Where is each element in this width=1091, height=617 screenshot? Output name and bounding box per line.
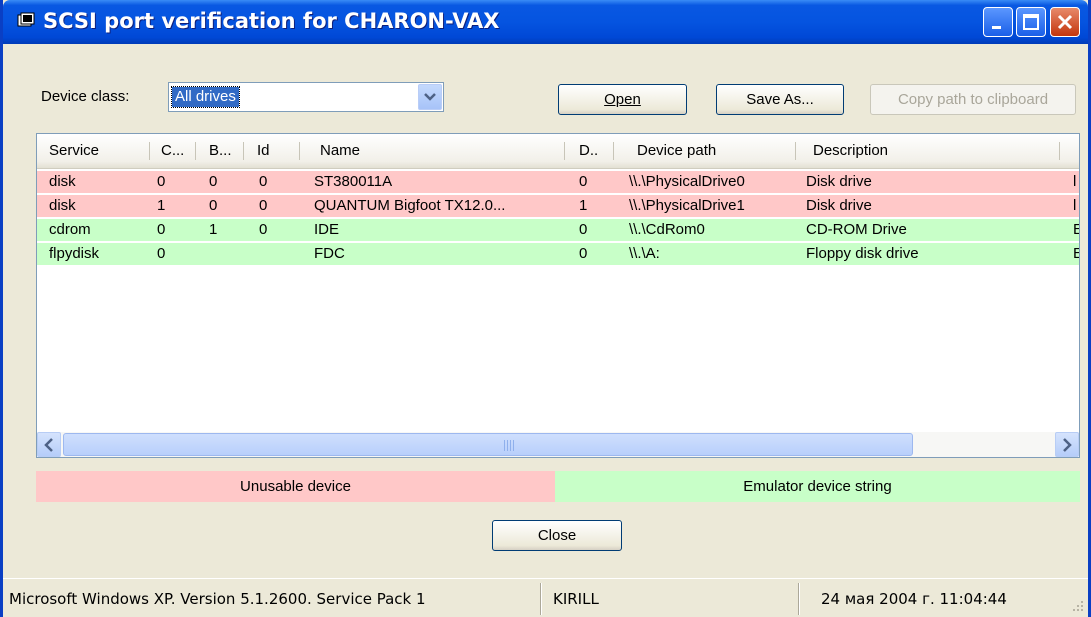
open-button-label: Open [604,91,641,108]
cell-truncated: l [1073,197,1077,214]
close-window-button[interactable] [1050,7,1080,37]
cell-truncated: E [1073,219,1079,241]
cell-name: ST380011A [314,173,393,190]
cell-service: flpydisk [49,245,100,262]
cell-description: Floppy disk drive [806,245,919,262]
device-class-label: Device class: [41,88,130,105]
cell-id: 0 [259,173,268,190]
close-icon [1057,14,1073,30]
cell-service: disk [49,173,76,190]
scroll-right-button[interactable] [1055,432,1079,457]
dropdown-arrow[interactable] [418,84,442,110]
chevron-down-icon [424,93,436,101]
save-as-button-label: Save As... [746,91,814,108]
cell-name: IDE [314,221,340,238]
scroll-left-button[interactable] [37,432,61,457]
close-button-label: Close [537,527,577,544]
resize-grip-icon[interactable] [1071,599,1085,617]
cell-truncated: E [1073,243,1079,265]
maximize-icon [1023,14,1039,30]
cell-service: cdrom [49,221,91,238]
device-class-select[interactable]: All drives [168,82,444,112]
cell-id: 0 [259,197,268,214]
cell-controller: 0 [157,221,166,238]
status-hostname: KIRILL [553,590,599,608]
unusable-device-legend: Unusable device [36,471,555,502]
cell-id: 0 [259,221,268,238]
column-header-bus[interactable]: B... [201,134,241,168]
table-row[interactable]: cdrom 0 1 0 IDE 0 \\.\CdRom0 CD-ROM Driv… [37,219,1079,241]
status-os-version: Microsoft Windows XP. Version 5.1.2600. … [9,590,426,608]
device-class-value: All drives [171,86,240,108]
scroll-thumb[interactable] [63,433,913,456]
column-header-d[interactable]: D.. [571,134,611,168]
cell-bus: 0 [209,197,218,214]
minimize-icon [992,26,1001,29]
device-list[interactable]: Service C... B... Id Name D.. Device pat… [36,133,1080,458]
window-title: SCSI port verification for CHARON-VAX [43,9,500,33]
cell-name: QUANTUM Bigfoot TX12.0... [314,197,506,214]
cell-description: CD-ROM Drive [806,221,907,238]
maximize-button[interactable] [1016,7,1046,37]
cell-description: Disk drive [806,197,872,214]
column-header-controller[interactable]: C... [153,134,193,168]
cell-d: 0 [579,221,588,238]
column-header-id[interactable]: Id [249,134,289,168]
cell-truncated: l [1073,173,1077,190]
copy-path-button[interactable]: Copy path to clipboard [870,84,1076,115]
cell-controller: 0 [157,245,166,262]
column-header-name[interactable]: Name [312,134,562,168]
close-button[interactable]: Close [492,520,622,551]
status-datetime: 24 мая 2004 г. 11:04:44 [821,590,1007,608]
cell-d: 0 [579,245,588,262]
chevron-right-icon [1063,438,1072,452]
table-row[interactable]: flpydisk 0 FDC 0 \\.\A: Floppy disk driv… [37,243,1079,265]
cell-name: FDC [314,245,345,262]
cell-d: 1 [579,197,588,214]
cell-bus: 1 [209,221,218,238]
chevron-left-icon [44,438,53,452]
grip-icon [504,440,516,451]
list-header: Service C... B... Id Name D.. Device pat… [37,134,1079,169]
table-row[interactable]: disk 0 0 0 ST380011A 0 \\.\PhysicalDrive… [37,171,1079,193]
app-icon [17,12,35,30]
cell-service: disk [49,197,76,214]
cell-device-path: \\.\CdRom0 [629,221,705,238]
cell-device-path: \\.\PhysicalDrive0 [629,173,745,190]
cell-description: Disk drive [806,173,872,190]
horizontal-scrollbar[interactable] [37,432,1079,457]
cell-device-path: \\.\PhysicalDrive1 [629,197,745,214]
cell-device-path: \\.\A: [629,245,660,262]
column-header-service[interactable]: Service [41,134,141,168]
save-as-button[interactable]: Save As... [716,84,844,115]
minimize-button[interactable] [983,7,1013,37]
title-bar[interactable]: SCSI port verification for CHARON-VAX [3,0,1088,44]
cell-controller: 0 [157,173,166,190]
column-header-device-path[interactable]: Device path [629,134,779,168]
cell-d: 0 [579,173,588,190]
emulator-device-legend: Emulator device string [555,471,1080,502]
status-bar: Microsoft Windows XP. Version 5.1.2600. … [3,578,1088,617]
copy-path-button-label: Copy path to clipboard [897,91,1049,108]
cell-controller: 1 [157,197,166,214]
app-window: SCSI port verification for CHARON-VAX De… [0,0,1091,617]
cell-bus: 0 [209,173,218,190]
open-button[interactable]: Open [558,84,687,115]
column-header-description[interactable]: Description [805,134,1045,168]
table-row[interactable]: disk 1 0 0 QUANTUM Bigfoot TX12.0... 1 \… [37,195,1079,217]
